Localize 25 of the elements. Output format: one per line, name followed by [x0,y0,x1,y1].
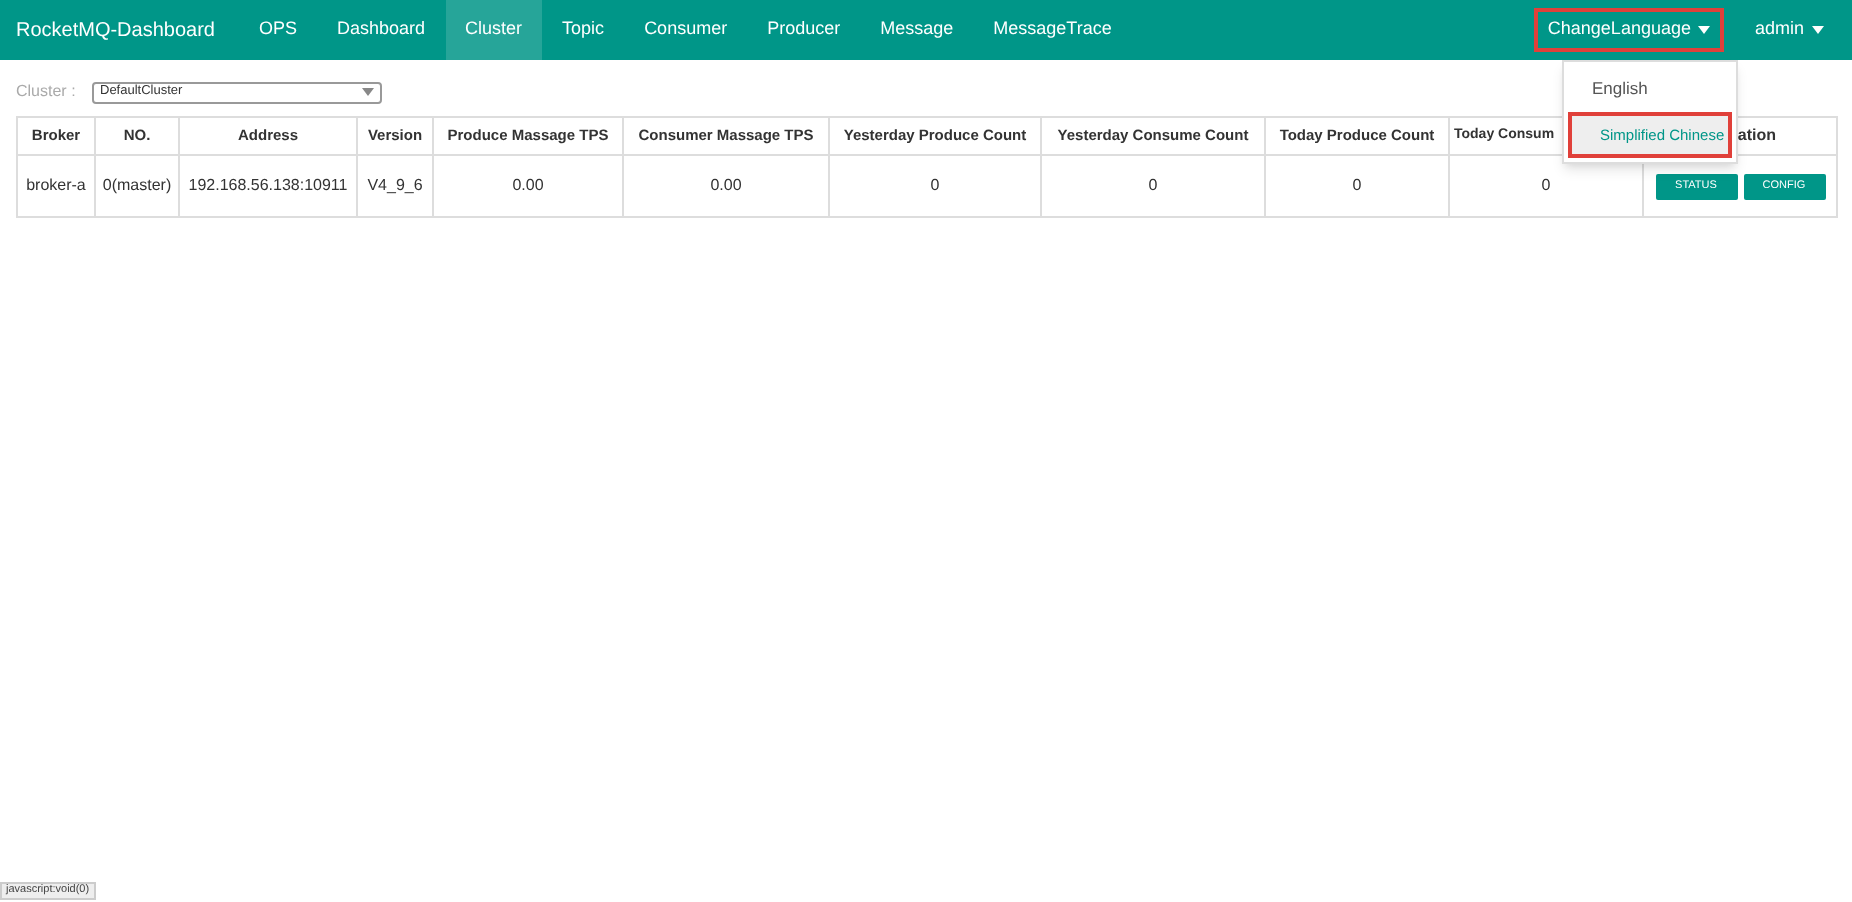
table-cell: 0(master) [95,155,179,217]
table-cell: V4_9_6 [357,155,433,217]
caret-icon [1812,26,1824,34]
table-cell: 0.00 [433,155,623,217]
table-cell: 0 [1265,155,1449,217]
table-cell: 0 [1041,155,1265,217]
nav-link[interactable]: Consumer [624,0,748,60]
language-menu[interactable]: ChangeLanguage [1533,8,1725,52]
nav-link[interactable]: Dashboard [317,0,446,60]
nav-link[interactable]: Topic [542,0,625,60]
table-cell: broker-a [17,155,95,217]
filter-label: Cluster : [16,80,78,104]
nav-link[interactable]: Cluster [445,0,543,60]
user-menu[interactable]: admin [1754,16,1824,44]
caret-icon [362,88,374,96]
nav-link[interactable]: MessageTrace [973,0,1132,60]
nav-link[interactable]: Message [860,0,974,60]
table-cell: 0.00 [623,155,829,217]
table-cell: 0 [829,155,1041,217]
nav-link[interactable]: Producer [747,0,861,60]
nav-link[interactable]: OPS [238,0,317,60]
table-cell: 192.168.56.138:10911 [179,155,357,217]
caret-icon [1698,26,1711,34]
language-option[interactable]: English [1564,66,1736,112]
brand-title[interactable]: RocketMQ-Dashboard [16,15,215,45]
